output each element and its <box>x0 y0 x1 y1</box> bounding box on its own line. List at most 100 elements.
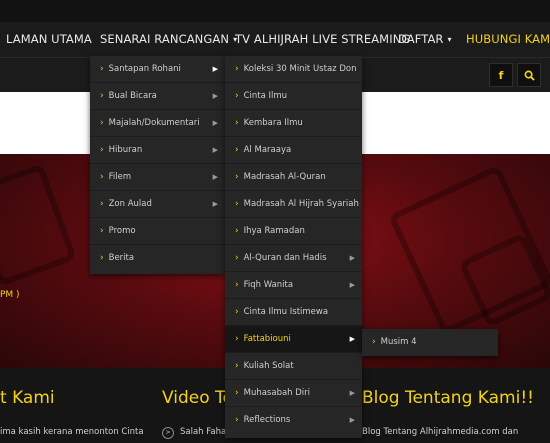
nav-label: LAMAN UTAMA <box>6 32 92 46</box>
menu-label: Zon Aulad <box>108 199 152 209</box>
nav-label: TV ALHIJRAH LIVE STREAMING <box>235 32 411 46</box>
chevron-down-icon: ▾ <box>447 35 452 44</box>
nav-senarai-rancangan[interactable]: SENARAI RANCANGAN ▾ <box>100 22 237 57</box>
arrow-right-icon: ▶ <box>212 146 218 154</box>
footer-text-1: ima kasih kerana menonton Cinta <box>0 427 144 437</box>
menu-item-santapan-rohani[interactable]: › Santapan Rohani ▶ <box>90 56 225 83</box>
nav-label: SENARAI RANCANGAN <box>100 32 230 46</box>
menu-item-majalah[interactable]: › Majalah/Dokumentari ▶ <box>90 110 225 137</box>
menu-item-koleksi-30-minit[interactable]: › Koleksi 30 Minit Ustaz Don <box>225 56 362 83</box>
menu-label: Hiburan <box>108 145 143 155</box>
nav-laman-utama[interactable]: LAMAN UTAMA <box>6 22 92 57</box>
nav-hubungi-kami[interactable]: HUBUNGI KAMI <box>466 22 550 57</box>
chevron-right-icon: › <box>100 199 104 209</box>
footer-title-2: Video Te <box>162 388 233 408</box>
menu-label: Promo <box>108 226 136 236</box>
chevron-right-icon: › <box>235 388 239 398</box>
chevron-right-icon: › <box>100 91 104 101</box>
menu-item-muhasabah-diri[interactable]: › Muhasabah Diri ▶ <box>225 380 362 407</box>
facebook-glyph: f <box>498 68 504 82</box>
chevron-right-icon: › <box>235 64 239 74</box>
footer-title-3: Blog Tentang Kami!! <box>362 388 534 408</box>
menu-item-fiqh-wanita[interactable]: › Fiqh Wanita ▶ <box>225 272 362 299</box>
chevron-right-icon: › <box>235 199 239 209</box>
chevron-right-icon: › <box>235 145 239 155</box>
menu-item-cinta-ilmu[interactable]: › Cinta Ilmu <box>225 83 362 110</box>
arrow-right-icon: ▶ <box>349 281 355 289</box>
chevron-right-icon: > <box>162 427 174 439</box>
chevron-right-icon: › <box>235 415 239 425</box>
arrow-right-icon: ▶ <box>349 254 355 262</box>
menu-label: Madrasah Al Hijrah Syariah <box>243 199 359 209</box>
menu-label: Musim 4 <box>380 337 417 347</box>
chevron-right-icon: › <box>235 361 239 371</box>
hero-caption: PM ) <box>0 290 20 300</box>
menu-item-kuliah-solat[interactable]: › Kuliah Solat <box>225 353 362 380</box>
dropdown-santapan-rohani: › Koleksi 30 Minit Ustaz Don › Cinta Ilmu … <box>225 56 362 438</box>
footer-text-3: Blog Tentang Alhijrahmedia.com dan <box>362 427 519 437</box>
menu-item-filem[interactable]: › Filem ▶ <box>90 164 225 191</box>
main-navbar: LAMAN UTAMA SENARAI RANCANGAN ▾ TV ALHIJR… <box>0 22 550 57</box>
menu-label: Madrasah Al-Quran <box>243 172 326 182</box>
footer-link[interactable]: Salah Faha <box>180 427 226 437</box>
menu-label: Cinta Ilmu <box>243 91 288 101</box>
menu-item-zon-aulad[interactable]: › Zon Aulad ▶ <box>90 191 225 218</box>
chevron-right-icon: › <box>100 145 104 155</box>
menu-label: Al-Quran dan Hadis <box>243 253 327 263</box>
nav-daftar[interactable]: DAFTAR ▾ <box>398 22 452 57</box>
arrow-right-icon: ▶ <box>349 335 355 343</box>
menu-label: Berita <box>108 253 135 263</box>
menu-label: Fiqh Wanita <box>243 280 294 290</box>
dropdown-senarai-rancangan: › Santapan Rohani ▶ › Bual Bicara ▶ › Majalah… <box>90 56 225 274</box>
arrow-right-icon: ▶ <box>212 200 218 208</box>
menu-item-kembara-ilmu[interactable]: › Kembara Ilmu <box>225 110 362 137</box>
chevron-right-icon: › <box>372 337 376 347</box>
menu-label: Muhasabah Diri <box>243 388 311 398</box>
hero-decor-left <box>0 163 77 287</box>
chevron-right-icon: › <box>235 91 239 101</box>
menu-label: Koleksi 30 Minit Ustaz Don <box>243 64 357 74</box>
footer-text-2: > Salah Faha <box>162 427 226 439</box>
nav-tv-live-streaming[interactable]: TV ALHIJRAH LIVE STREAMING <box>235 22 410 57</box>
search-icon[interactable] <box>517 63 541 87</box>
nav-label: HUBUNGI KAMI <box>466 32 550 46</box>
menu-label: Reflections <box>243 415 291 425</box>
magnifier-glyph <box>524 70 535 81</box>
menu-item-musim-4[interactable]: › Musim 4 <box>362 329 498 356</box>
chevron-right-icon: › <box>100 118 104 128</box>
chevron-right-icon: › <box>100 172 104 182</box>
arrow-right-icon: ▶ <box>349 416 355 424</box>
menu-item-hiburan[interactable]: › Hiburan ▶ <box>90 137 225 164</box>
menu-label: Fattabiouni <box>243 334 291 344</box>
menu-label: Kuliah Solat <box>243 361 294 371</box>
chevron-right-icon: › <box>100 253 104 263</box>
chevron-right-icon: › <box>235 280 239 290</box>
arrow-right-icon: ▶ <box>212 65 218 73</box>
chevron-right-icon: › <box>235 226 239 236</box>
menu-label: Santapan Rohani <box>108 64 181 74</box>
menu-item-al-maraaya[interactable]: › Al Maraaya <box>225 137 362 164</box>
menu-item-ihya-ramadan[interactable]: › Ihya Ramadan <box>225 218 362 245</box>
chevron-right-icon: › <box>235 172 239 182</box>
chevron-right-icon: › <box>235 334 239 344</box>
menu-label: Majalah/Dokumentari <box>108 118 200 128</box>
chevron-right-icon: › <box>235 253 239 263</box>
footer-title-1: t Kami <box>0 388 55 408</box>
menu-item-madrasah-syariah[interactable]: › Madrasah Al Hijrah Syariah <box>225 191 362 218</box>
menu-label: Cinta Ilmu Istimewa <box>243 307 329 317</box>
menu-label: Ihya Ramadan <box>243 226 305 236</box>
menu-item-fattabiouni[interactable]: › Fattabiouni ▶ <box>225 326 362 353</box>
menu-item-bual-bicara[interactable]: › Bual Bicara ▶ <box>90 83 225 110</box>
menu-item-berita[interactable]: › Berita <box>90 245 225 272</box>
nav-label: DAFTAR <box>398 32 444 46</box>
arrow-right-icon: ▶ <box>349 389 355 397</box>
menu-label: Al Maraaya <box>243 145 292 155</box>
arrow-right-icon: ▶ <box>212 119 218 127</box>
menu-item-al-quran-hadis[interactable]: › Al-Quran dan Hadis ▶ <box>225 245 362 272</box>
menu-item-cinta-ilmu-istimewa[interactable]: › Cinta Ilmu Istimewa <box>225 299 362 326</box>
menu-item-reflections[interactable]: › Reflections ▶ <box>225 407 362 434</box>
menu-item-madrasah-al-quran[interactable]: › Madrasah Al-Quran <box>225 164 362 191</box>
dropdown-fattabiouni: › Musim 4 <box>362 329 498 356</box>
menu-item-promo[interactable]: › Promo <box>90 218 225 245</box>
facebook-icon[interactable]: f <box>489 63 513 87</box>
